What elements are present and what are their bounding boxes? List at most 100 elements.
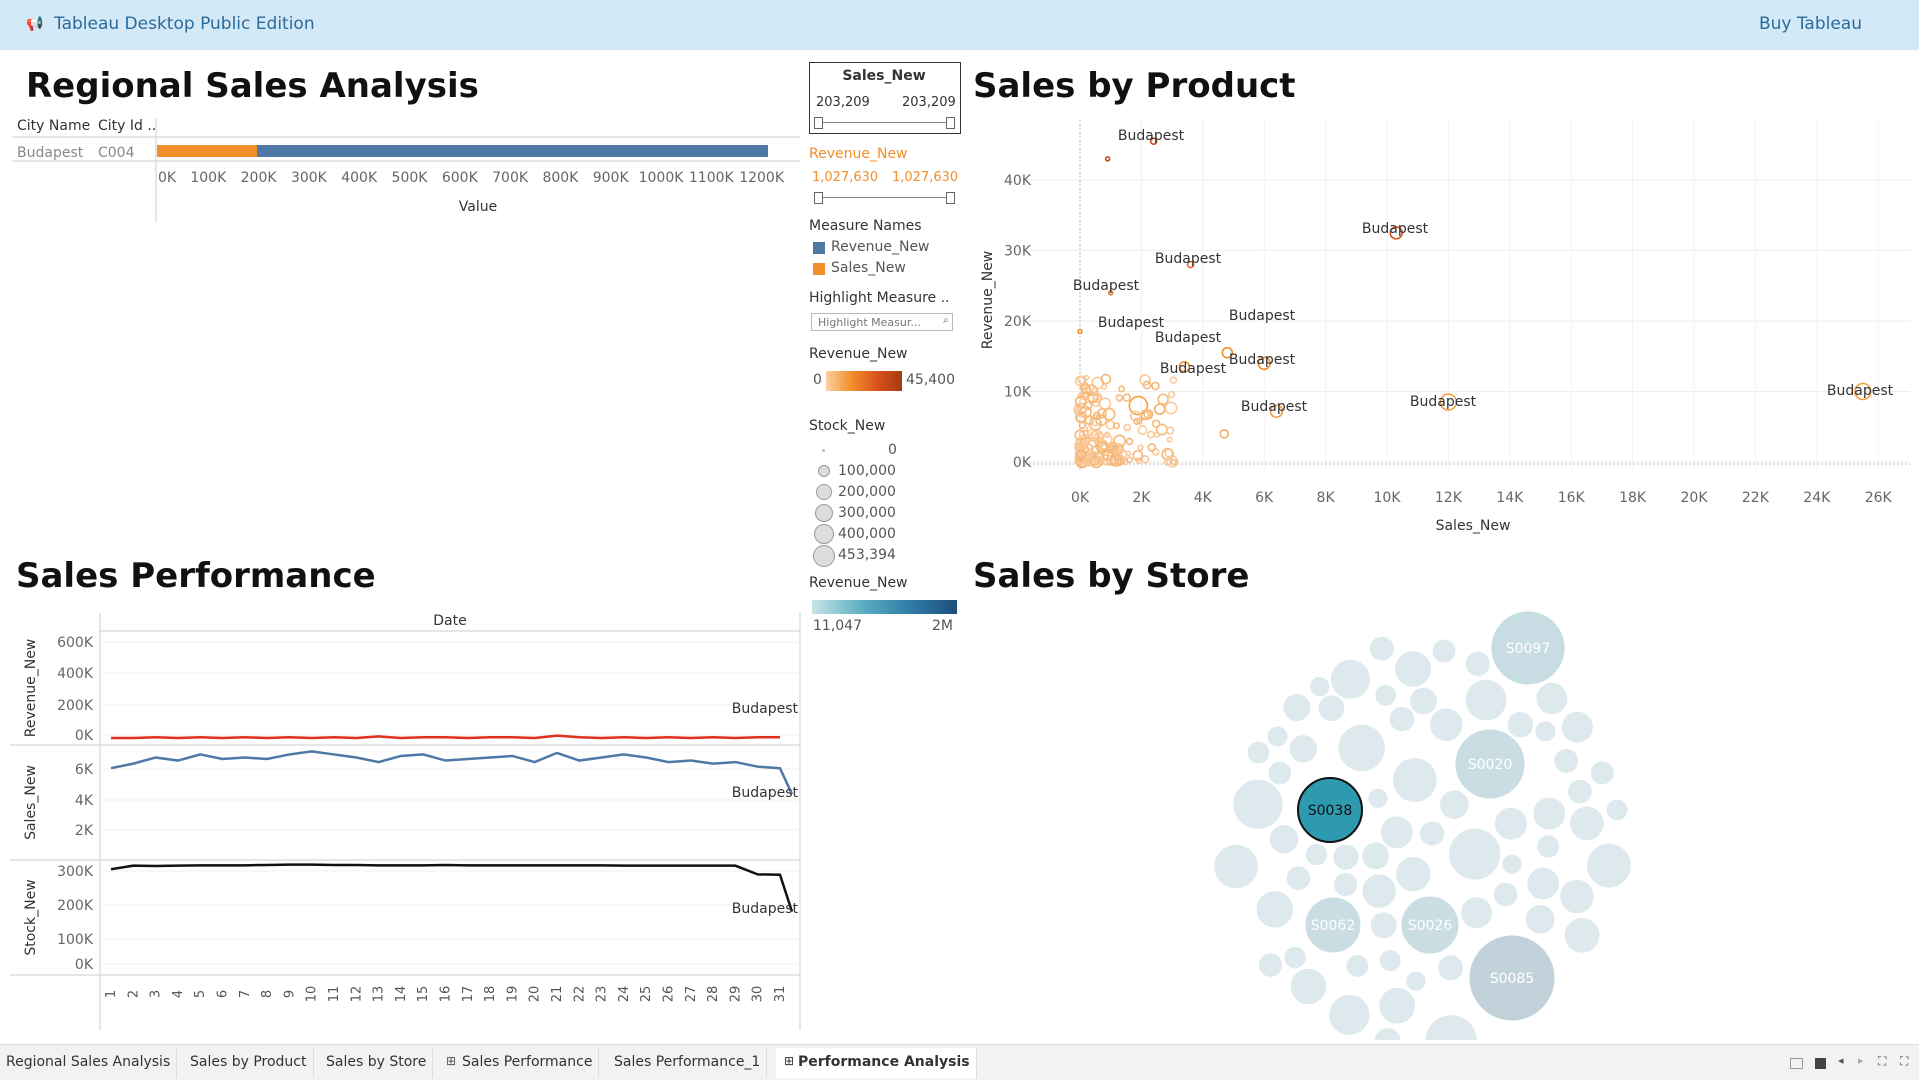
scatter-point[interactable]: [1166, 426, 1175, 435]
tab-sales-performance-1[interactable]: Sales Performance_1: [608, 1048, 768, 1078]
store-bubble[interactable]: [1283, 945, 1307, 970]
store-bubble[interactable]: [1506, 710, 1535, 739]
scatter-point[interactable]: [1147, 443, 1157, 452]
store-bubble[interactable]: [1464, 650, 1491, 677]
store-bubble[interactable]: [1563, 916, 1601, 954]
store-bubble[interactable]: [1213, 843, 1259, 890]
store-bubble[interactable]: [1282, 692, 1312, 722]
store-bubble[interactable]: [1368, 635, 1395, 662]
store-bubble[interactable]: [1388, 705, 1416, 733]
store-bubble[interactable]: [1560, 710, 1594, 744]
legend-sales-item[interactable]: Sales_New: [831, 260, 906, 276]
store-bubble[interactable]: [1448, 827, 1502, 881]
revenue-slider-min-handle[interactable]: [814, 192, 823, 204]
store-bubble[interactable]: [1268, 823, 1300, 855]
store-bubble[interactable]: [1246, 740, 1271, 765]
store-bubble[interactable]: [1257, 952, 1284, 978]
store-bubble[interactable]: [1267, 760, 1293, 786]
city-name-cell[interactable]: Budapest: [17, 145, 84, 161]
sales-bar[interactable]: [157, 145, 257, 157]
store-bubble[interactable]: [1585, 842, 1632, 889]
fullscreen-icon[interactable]: ⛶: [1900, 1054, 1908, 1069]
store-bubble[interactable]: [1395, 855, 1432, 893]
store-bubble[interactable]: [1378, 986, 1417, 1025]
store-bubble[interactable]: [1255, 890, 1295, 929]
store-bubble[interactable]: [1328, 993, 1371, 1037]
store-bubble[interactable]: [1378, 949, 1402, 973]
sales-slider-track[interactable]: [817, 122, 952, 123]
store-bubble[interactable]: [1373, 1027, 1402, 1040]
store-bubble[interactable]: [1367, 787, 1389, 809]
store-bubble[interactable]: [1494, 806, 1528, 841]
store-bubble[interactable]: [1460, 896, 1494, 930]
scatter-point[interactable]: [1123, 423, 1132, 432]
store-bubble[interactable]: [1559, 878, 1595, 915]
scatter-point[interactable]: [1146, 430, 1155, 439]
store-bubble[interactable]: [1379, 815, 1414, 850]
store-bubble[interactable]: [1289, 967, 1328, 1006]
tab-performance-analysis[interactable]: Performance Analysis: [776, 1048, 977, 1078]
scatter-point[interactable]: [1164, 401, 1178, 415]
sales-slider-max-handle[interactable]: [946, 117, 955, 129]
store-bubble[interactable]: [1345, 954, 1370, 978]
store-bubble[interactable]: [1526, 866, 1561, 901]
tab-regional-sales-analysis[interactable]: Regional Sales Analysis: [0, 1048, 178, 1078]
store-bubble[interactable]: [1566, 778, 1593, 805]
tab-sales-performance[interactable]: Sales Performance: [456, 1048, 600, 1078]
store-bubble[interactable]: [1394, 650, 1432, 688]
scatter-point[interactable]: [1118, 385, 1126, 393]
presentation-icon[interactable]: ⛶: [1878, 1054, 1886, 1069]
revenue-line[interactable]: [111, 734, 780, 740]
revenue-slider-track[interactable]: [817, 197, 952, 198]
scatter-point[interactable]: [1151, 381, 1160, 391]
store-bubble[interactable]: [1418, 820, 1446, 847]
store-bubble[interactable]: [1605, 798, 1629, 822]
scatter-point[interactable]: [1169, 376, 1178, 385]
store-bubble[interactable]: [1266, 725, 1289, 748]
legend-revenue-item[interactable]: Revenue_New: [831, 239, 930, 255]
store-bubble[interactable]: [1464, 678, 1508, 722]
store-bubble[interactable]: [1317, 694, 1346, 723]
store-bubble[interactable]: [1431, 638, 1457, 664]
store-bubble[interactable]: [1569, 805, 1605, 842]
store-bubble[interactable]: [1524, 904, 1556, 935]
store-bubble[interactable]: [1405, 970, 1427, 992]
store-bubble[interactable]: [1589, 760, 1615, 786]
store-bubble[interactable]: [1304, 842, 1329, 867]
store-bubble[interactable]: [1501, 853, 1523, 876]
store-bubble[interactable]: [1333, 872, 1359, 898]
scatter-point[interactable]: [1104, 156, 1111, 162]
store-bubble[interactable]: [1535, 681, 1569, 715]
scatter-point[interactable]: [1086, 425, 1093, 432]
store-bubble[interactable]: [1332, 843, 1360, 871]
store-bubble[interactable]: [1329, 658, 1371, 700]
store-bubble[interactable]: [1534, 720, 1557, 743]
scatter-point[interactable]: [1122, 393, 1131, 402]
store-bubble[interactable]: [1285, 865, 1312, 891]
tab-sales-by-product[interactable]: Sales by Product: [184, 1048, 314, 1078]
sheet-sorter-icon[interactable]: [1790, 1058, 1803, 1069]
store-bubble[interactable]: [1536, 834, 1561, 859]
store-bubble[interactable]: [1361, 873, 1397, 909]
next-sheet-icon[interactable]: ▸: [1858, 1054, 1864, 1067]
store-bubble[interactable]: [1409, 686, 1438, 716]
scatter-point[interactable]: [1100, 383, 1108, 390]
city-id-cell[interactable]: C004: [98, 145, 135, 161]
tab-sales-by-store[interactable]: Sales by Store: [320, 1048, 434, 1078]
scatter-point[interactable]: [1219, 428, 1230, 439]
scatter-point[interactable]: [1137, 425, 1148, 436]
store-bubble[interactable]: [1391, 757, 1438, 803]
sales-line[interactable]: [110, 750, 794, 795]
store-bubble[interactable]: [1337, 723, 1386, 773]
store-bubble[interactable]: [1369, 911, 1398, 940]
store-bubble[interactable]: [1492, 881, 1519, 908]
store-bubble[interactable]: [1309, 676, 1331, 698]
store-bubble[interactable]: [1438, 789, 1470, 821]
store-bubble[interactable]: [1553, 747, 1580, 774]
scatter-point[interactable]: [1102, 407, 1116, 421]
store-bubble[interactable]: [1288, 734, 1318, 764]
scatter-point[interactable]: [1157, 393, 1169, 406]
store-bubble[interactable]: [1374, 683, 1398, 707]
store-bubble[interactable]: [1429, 707, 1464, 742]
store-bubble[interactable]: [1437, 954, 1465, 982]
